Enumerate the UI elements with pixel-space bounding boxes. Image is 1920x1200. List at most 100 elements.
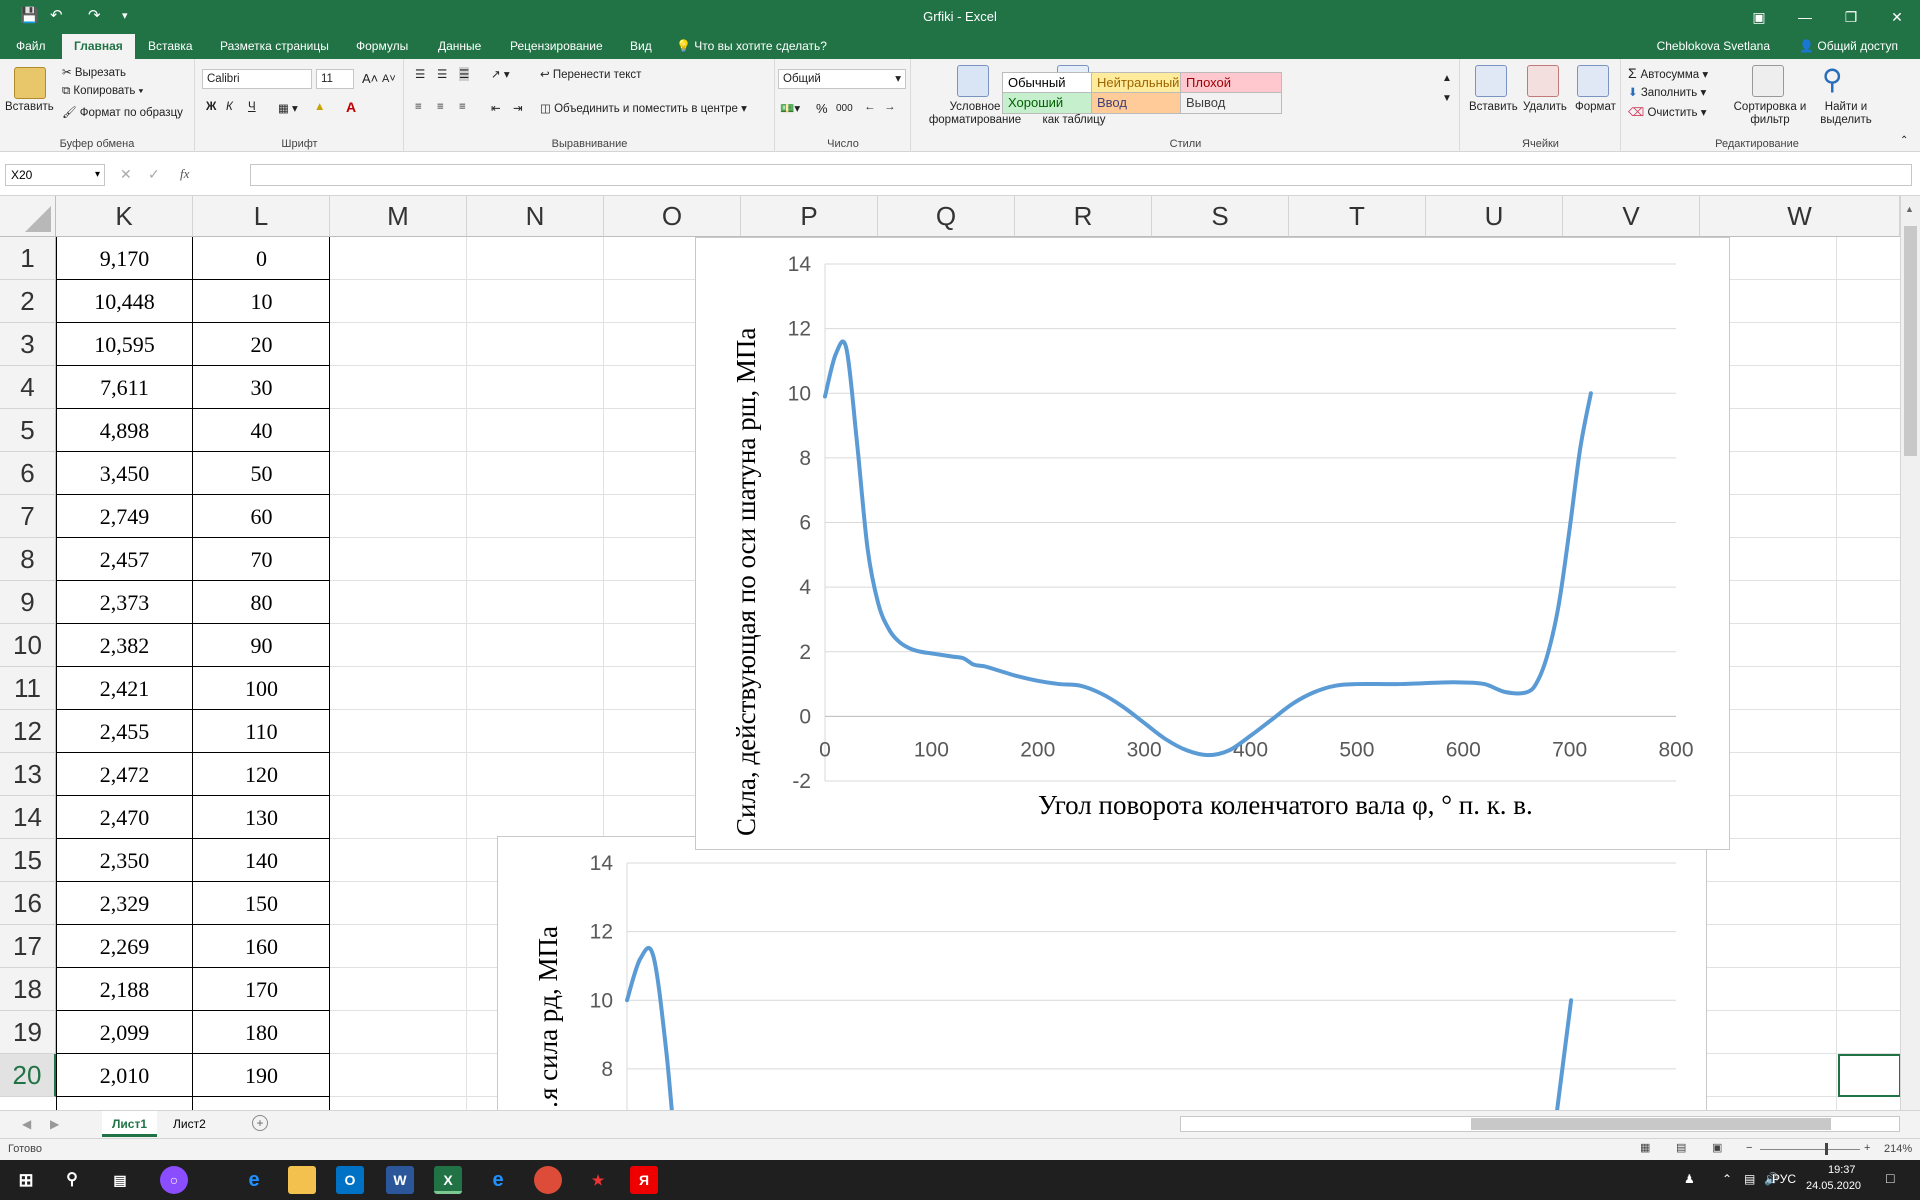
ie-browser-icon[interactable]: e (484, 1166, 512, 1194)
column-header-t[interactable]: T (1289, 196, 1426, 237)
row-header[interactable]: 16 (0, 882, 56, 925)
tab-review[interactable]: Рецензирование (498, 34, 615, 59)
font-name-select[interactable]: Calibri (202, 69, 312, 89)
scroll-up-icon[interactable]: ▲ (1905, 204, 1914, 214)
shrink-font-icon[interactable]: A˅ (382, 73, 396, 85)
select-all-corner[interactable] (0, 196, 56, 237)
file-explorer-icon[interactable] (288, 1166, 316, 1194)
autosum-button[interactable]: Σ Автосумма ▾ (1628, 65, 1708, 81)
row-header[interactable]: 17 (0, 925, 56, 968)
excel-icon[interactable]: X (434, 1166, 462, 1194)
column-header-k[interactable]: K (56, 196, 193, 237)
column-header-s[interactable]: S (1152, 196, 1289, 237)
zoom-out-icon[interactable]: − (1746, 1142, 1752, 1154)
cell-k[interactable]: 2,329 (56, 882, 193, 925)
cut-button[interactable]: ✂ Вырезать (62, 65, 126, 79)
thousands-button[interactable]: 000 (836, 103, 853, 114)
cell-k[interactable]: 7,611 (56, 366, 193, 409)
network-icon[interactable]: ▤ (1744, 1172, 1755, 1186)
fill-color-icon[interactable]: ▲ (314, 101, 325, 113)
share-button[interactable]: 👤 Общий доступ (1799, 34, 1898, 59)
ribbon-display-icon[interactable]: ▣ (1736, 3, 1782, 31)
cell-l[interactable]: 10 (193, 280, 330, 323)
row-header[interactable]: 14 (0, 796, 56, 839)
task-view-icon[interactable]: ▤ (106, 1166, 134, 1194)
align-top-icon[interactable]: ☰ (415, 67, 425, 81)
row-header[interactable]: 12 (0, 710, 56, 753)
cell-l[interactable]: 170 (193, 968, 330, 1011)
tab-data[interactable]: Данные (426, 34, 493, 59)
page-layout-view-icon[interactable]: ▤ (1676, 1141, 1686, 1154)
tell-me-search[interactable]: 💡 Что вы хотите сделать? (676, 34, 827, 59)
normal-view-icon[interactable]: ▦ (1640, 1141, 1650, 1154)
column-header-v[interactable]: V (1563, 196, 1700, 237)
vertical-scroll-thumb[interactable] (1904, 226, 1917, 456)
format-cells-button[interactable]: Формат (1575, 101, 1616, 113)
cell-l[interactable]: 0 (193, 237, 330, 280)
align-center-icon[interactable]: ≡ (437, 101, 444, 113)
cell-l[interactable]: 40 (193, 409, 330, 452)
alice-assistant-icon[interactable]: ○ (160, 1166, 188, 1194)
column-header-m[interactable]: M (330, 196, 467, 237)
row-header[interactable]: 18 (0, 968, 56, 1011)
windows-start-icon[interactable]: ⊞ (12, 1166, 40, 1194)
cell-k[interactable]: 2,382 (56, 624, 193, 667)
cell-k[interactable]: 9,170 (56, 237, 193, 280)
cell-style-4[interactable]: Хороший (1002, 92, 1104, 114)
chart-2[interactable]: 8 10 12 14 …я сила pд, МПа (497, 836, 1707, 1110)
merge-center-button[interactable]: ◫ Объединить и поместить в центре ▾ (540, 101, 747, 115)
cell-style-5[interactable]: Ввод (1091, 92, 1193, 114)
cell-l[interactable]: 70 (193, 538, 330, 581)
cell-l[interactable]: 130 (193, 796, 330, 839)
cell-k[interactable]: 2,350 (56, 839, 193, 882)
cell-l[interactable]: 160 (193, 925, 330, 968)
wrap-text-button[interactable]: ↩ Перенести текст (540, 67, 641, 81)
cell-k[interactable]: 2,188 (56, 968, 193, 1011)
horizontal-scroll-thumb[interactable] (1471, 1118, 1831, 1130)
gallery-scroll-down-icon[interactable]: ▼ (1442, 93, 1452, 104)
confirm-entry-icon[interactable]: ✓ (148, 166, 160, 183)
font-size-select[interactable]: 11 (316, 69, 354, 89)
italic-button[interactable]: К (226, 101, 233, 113)
cell-k[interactable]: 2,099 (56, 1011, 193, 1054)
cell-l[interactable]: 90 (193, 624, 330, 667)
increase-indent-icon[interactable]: ⇥ (513, 101, 523, 115)
paste-icon[interactable] (14, 67, 46, 99)
cell-l[interactable]: 140 (193, 839, 330, 882)
insert-cells-icon[interactable] (1475, 65, 1507, 97)
minimize-icon[interactable]: — (1782, 3, 1828, 31)
cell-l[interactable]: 50 (193, 452, 330, 495)
paste-button[interactable]: Вставить (5, 101, 54, 113)
row-header[interactable]: 5 (0, 409, 56, 452)
zoom-slider-thumb[interactable] (1825, 1143, 1828, 1155)
percent-button[interactable]: % (816, 101, 828, 116)
cell-k[interactable]: 2,749 (56, 495, 193, 538)
cell-l[interactable]: 110 (193, 710, 330, 753)
tab-formulas[interactable]: Формулы (344, 34, 420, 59)
currency-icon[interactable]: 💵▾ (780, 101, 800, 115)
cell-l[interactable]: 60 (193, 495, 330, 538)
horizontal-scrollbar[interactable] (1180, 1116, 1900, 1132)
people-icon[interactable]: ♟ (1684, 1172, 1695, 1186)
column-header-l[interactable]: L (193, 196, 330, 237)
maximize-icon[interactable]: ❐ (1828, 3, 1874, 31)
cell-k[interactable]: 3,450 (56, 452, 193, 495)
number-format-select[interactable]: Общий ▾ (778, 69, 906, 89)
format-cells-icon[interactable] (1577, 65, 1609, 97)
cell-l[interactable]: 120 (193, 753, 330, 796)
zoom-slider[interactable] (1760, 1149, 1860, 1150)
cell-k[interactable]: 10,595 (56, 323, 193, 366)
formula-input[interactable] (250, 164, 1912, 186)
row-header[interactable]: 3 (0, 323, 56, 366)
tab-page-layout[interactable]: Разметка страницы (208, 34, 341, 59)
delete-cells-icon[interactable] (1527, 65, 1559, 97)
zoom-in-icon[interactable]: + (1864, 1142, 1870, 1154)
underline-button[interactable]: Ч (248, 101, 256, 113)
sort-filter-icon[interactable] (1752, 65, 1784, 97)
align-bottom-icon[interactable]: ☰ (459, 67, 470, 81)
insert-function-button[interactable]: fx (180, 166, 189, 182)
tray-expand-icon[interactable]: ⌃ (1722, 1172, 1732, 1186)
add-sheet-icon[interactable]: + (252, 1115, 268, 1131)
row-header[interactable]: 11 (0, 667, 56, 710)
clock-date[interactable]: 24.05.2020 (1806, 1180, 1861, 1192)
